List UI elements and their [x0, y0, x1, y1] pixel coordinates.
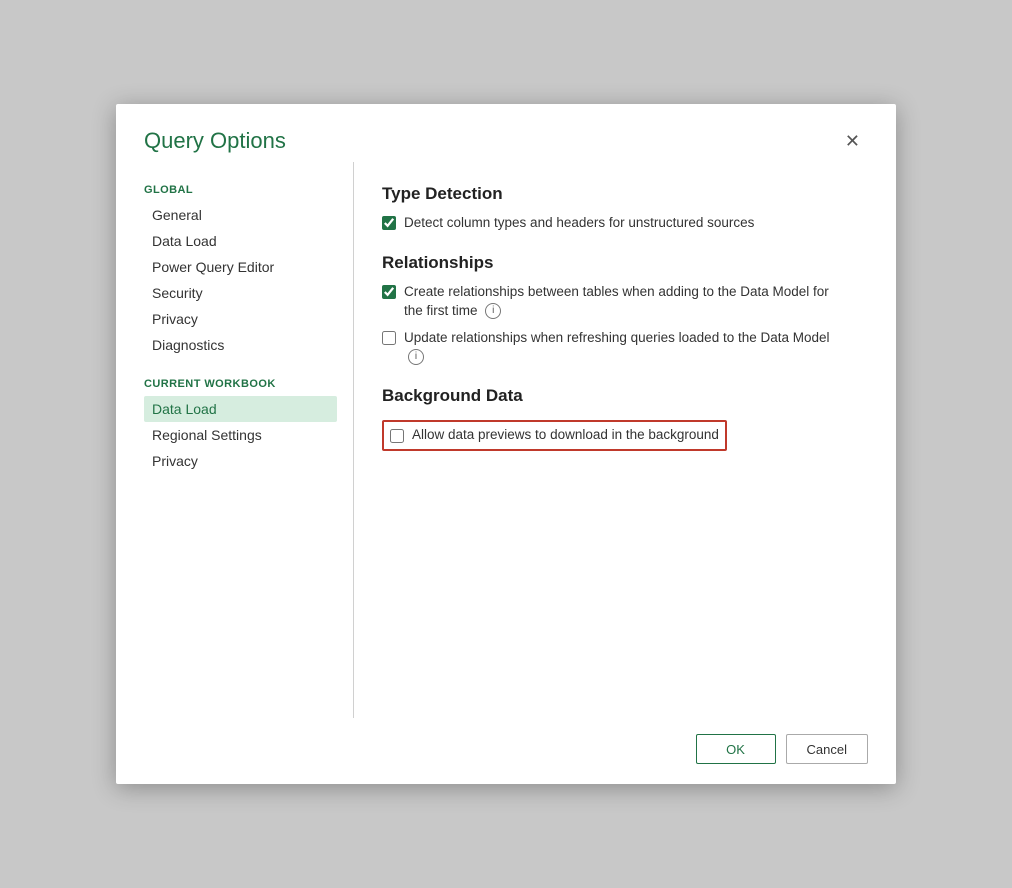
ok-button[interactable]: OK — [696, 734, 776, 764]
sidebar-item-data-load-current[interactable]: Data Load — [144, 396, 337, 422]
sidebar-item-privacy-global[interactable]: Privacy — [144, 306, 337, 332]
sidebar-item-privacy-current[interactable]: Privacy — [144, 448, 337, 474]
dialog-title: Query Options — [144, 128, 286, 154]
type-detection-label: Detect column types and headers for unst… — [404, 214, 754, 233]
sidebar-item-security-global[interactable]: Security — [144, 280, 337, 306]
relationships-info-icon-1: i — [485, 303, 501, 319]
relationships-checkbox-1[interactable] — [382, 285, 396, 299]
dialog-body: GLOBAL General Data Load Power Query Edi… — [116, 162, 896, 718]
close-button[interactable]: ✕ — [837, 128, 868, 154]
relationships-info-icon-2: i — [408, 349, 424, 365]
type-detection-title: Type Detection — [382, 184, 840, 204]
cancel-button[interactable]: Cancel — [786, 734, 868, 764]
sidebar-item-diagnostics[interactable]: Diagnostics — [144, 332, 337, 358]
type-detection-row: Detect column types and headers for unst… — [382, 214, 840, 233]
background-data-title: Background Data — [382, 386, 840, 406]
sidebar-item-general[interactable]: General — [144, 202, 337, 228]
background-data-checkbox[interactable] — [390, 429, 404, 443]
sidebar-item-data-load-global[interactable]: Data Load — [144, 228, 337, 254]
relationships-title: Relationships — [382, 253, 840, 273]
relationships-label-2: Update relationships when refreshing que… — [404, 329, 840, 367]
relationships-row-1: Create relationships between tables when… — [382, 283, 840, 321]
type-detection-checkbox[interactable] — [382, 216, 396, 230]
background-data-label: Allow data previews to download in the b… — [412, 426, 719, 445]
query-options-dialog: Query Options ✕ GLOBAL General Data Load… — [116, 104, 896, 784]
relationships-label-1: Create relationships between tables when… — [404, 283, 840, 321]
sidebar-item-power-query-editor[interactable]: Power Query Editor — [144, 254, 337, 280]
background-data-highlighted-row: Allow data previews to download in the b… — [382, 420, 727, 451]
global-section-label: GLOBAL — [144, 184, 337, 196]
relationships-row-2: Update relationships when refreshing que… — [382, 329, 840, 367]
dialog-header: Query Options ✕ — [116, 104, 896, 162]
sidebar-item-regional-settings[interactable]: Regional Settings — [144, 422, 337, 448]
main-content: Type Detection Detect column types and h… — [354, 162, 868, 718]
relationships-checkbox-2[interactable] — [382, 331, 396, 345]
sidebar: GLOBAL General Data Load Power Query Edi… — [144, 162, 354, 718]
current-section-label: CURRENT WORKBOOK — [144, 378, 337, 390]
dialog-footer: OK Cancel — [116, 718, 896, 784]
